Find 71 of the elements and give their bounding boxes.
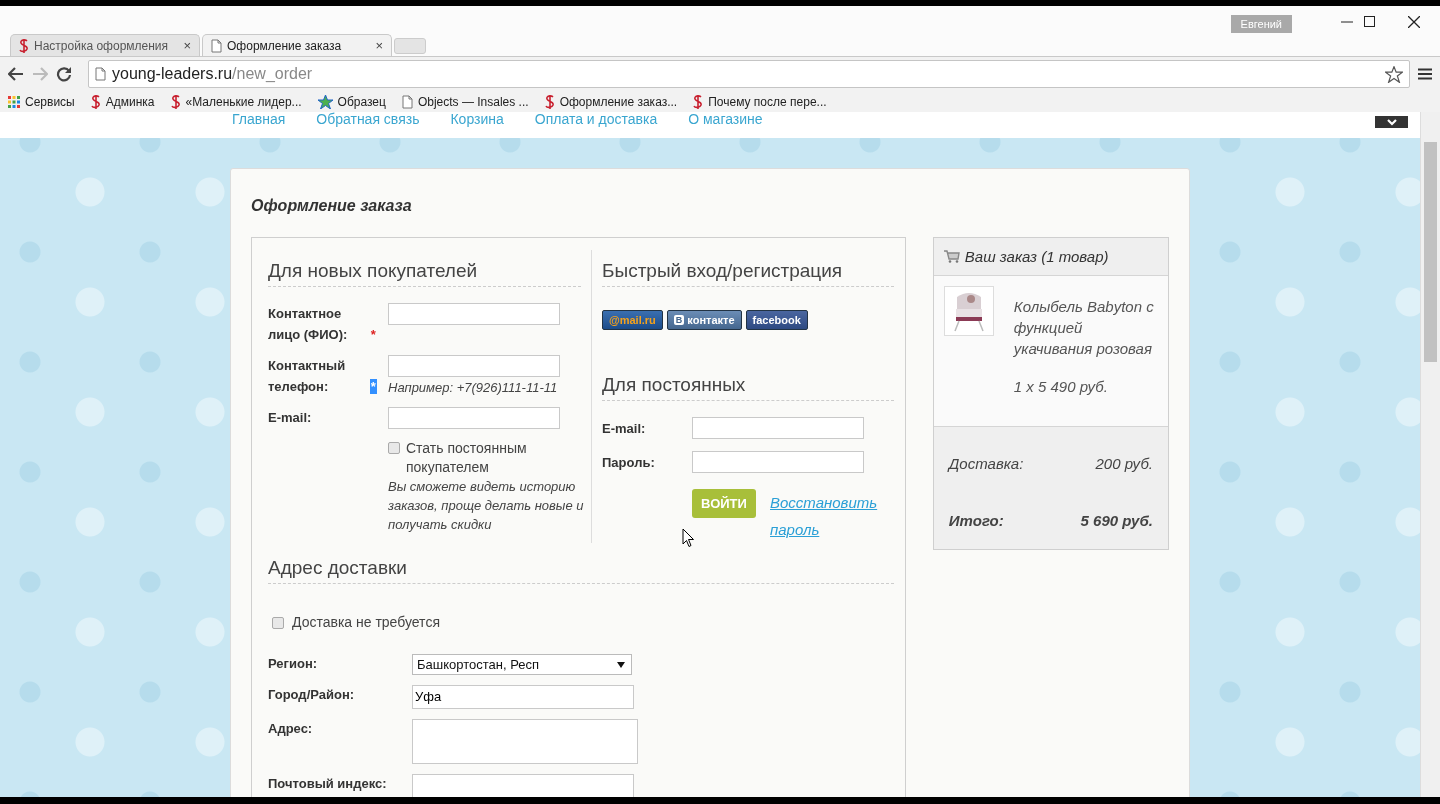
checkbox[interactable] <box>388 442 400 454</box>
field-label: E-mail: <box>602 420 647 436</box>
star-icon[interactable] <box>1385 65 1403 83</box>
input-field[interactable] <box>388 355 560 377</box>
delivery-price: 200 руб. <box>1095 455 1153 472</box>
delivery-label: Доставка: <box>948 455 1024 472</box>
chevron-down-icon <box>1386 118 1397 126</box>
section-heading: Для постоянных <box>602 374 894 401</box>
bookmark[interactable]: Сервисы <box>8 95 75 109</box>
checkbox-label[interactable]: Стать постоянным покупателем <box>406 439 581 477</box>
field-label: Почтовый индекс: <box>268 775 388 793</box>
reload-icon[interactable] <box>56 66 72 82</box>
browser-tab[interactable]: Оформление заказа × <box>202 34 392 56</box>
field-label: Контактное лицо (ФИО): <box>268 305 349 344</box>
checkbox-label[interactable]: Доставка не требуется <box>292 614 440 630</box>
field-label: Адрес: <box>268 720 314 738</box>
input-field[interactable] <box>692 417 864 439</box>
bookmark[interactable]: Почему после пере... <box>693 95 827 109</box>
total-price: 5 690 руб. <box>1080 512 1153 529</box>
input-field[interactable]: Уфа <box>412 685 634 709</box>
section-heading: Для новых покупателей <box>268 260 581 287</box>
forward-arrow-icon[interactable] <box>32 67 48 81</box>
required-mark: * <box>369 327 377 342</box>
quantity-price: 1 x 5 490 руб. <box>1013 378 1109 395</box>
field-label: Контактный телефон: <box>268 357 347 396</box>
field-label: Город/Район: <box>268 686 356 704</box>
close-icon[interactable] <box>1408 16 1420 28</box>
order-title: Ваш заказ (1 товар) <box>964 248 1109 265</box>
page-icon <box>211 38 222 53</box>
dropdown-button[interactable] <box>1375 116 1408 128</box>
dropdown-arrow-icon <box>617 661 625 668</box>
address-bar[interactable]: young-leaders.ru/new_order <box>88 60 1410 88</box>
product-name[interactable]: Колыбель Babyton с функцией укачивания розовая <box>1013 286 1158 359</box>
required-mark: * <box>369 379 377 394</box>
back-arrow-icon[interactable] <box>8 67 24 81</box>
bookmark[interactable]: Админка <box>90 95 155 109</box>
page-title: Оформление заказа <box>251 197 413 215</box>
input-field[interactable] <box>412 774 634 797</box>
apps-grid-icon <box>8 96 20 108</box>
scrollbar-thumb[interactable] <box>1424 142 1437 362</box>
social-login-button[interactable]: facebook <box>745 310 808 330</box>
new-tab-button[interactable] <box>394 38 426 54</box>
section-heading: Адрес доставки <box>268 557 894 584</box>
close-icon[interactable]: × <box>375 38 383 53</box>
checkbox[interactable] <box>272 617 284 629</box>
total-label: Итого: <box>948 512 1004 529</box>
page-icon <box>401 95 413 109</box>
bookmark[interactable]: Оформление заказ... <box>544 95 678 109</box>
menu-icon[interactable] <box>1418 68 1432 80</box>
input-field[interactable] <box>692 451 864 473</box>
social-login-button[interactable]: В контакте <box>666 310 742 330</box>
section-heading: Быстрый вход/регистрация <box>602 260 894 287</box>
close-icon[interactable]: × <box>183 38 191 53</box>
field-label: Регион: <box>268 655 319 673</box>
region-select[interactable]: Башкортостан, Респ <box>412 654 632 675</box>
cart-icon <box>943 250 960 263</box>
maximize-icon[interactable] <box>1364 16 1375 27</box>
text-area[interactable] <box>412 719 638 764</box>
input-field[interactable] <box>388 303 560 325</box>
bookmark[interactable]: «Маленькие лидер... <box>170 95 302 109</box>
bookmark[interactable]: Objects — Insales ... <box>401 95 529 109</box>
mouse-cursor-icon <box>682 528 695 548</box>
star-icon <box>317 95 333 109</box>
input-field[interactable] <box>388 407 560 429</box>
note-text: Вы сможете видеть историю заказов, проще делать новые и получать скидки <box>388 478 585 534</box>
browser-tab[interactable]: Настройка оформления × <box>10 34 200 56</box>
page-icon <box>95 67 106 81</box>
field-hint: Например: +7(926)111-11-11 <box>388 380 559 395</box>
field-label: Пароль: <box>602 454 656 470</box>
bookmark[interactable]: Образец <box>317 95 386 109</box>
field-label: E-mail: <box>268 409 312 427</box>
